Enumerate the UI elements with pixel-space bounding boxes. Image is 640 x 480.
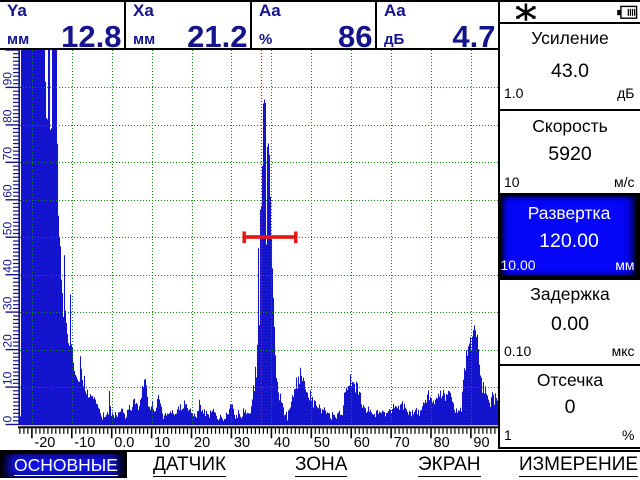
svg-text:50: 50 bbox=[1, 222, 15, 236]
svg-text:0: 0 bbox=[1, 416, 15, 423]
svg-text:0.0: 0.0 bbox=[114, 435, 134, 451]
svg-text:80: 80 bbox=[1, 109, 15, 123]
svg-text:90: 90 bbox=[1, 72, 15, 86]
svg-text:30: 30 bbox=[1, 296, 15, 310]
svg-text:20: 20 bbox=[194, 435, 210, 451]
svg-text:50: 50 bbox=[314, 435, 330, 451]
svg-text:60: 60 bbox=[354, 435, 370, 451]
svg-text:40: 40 bbox=[274, 435, 290, 451]
svg-text:30: 30 bbox=[234, 435, 250, 451]
svg-text:60: 60 bbox=[1, 184, 15, 198]
svg-text:90: 90 bbox=[473, 435, 489, 451]
svg-text:10: 10 bbox=[1, 371, 15, 385]
svg-text:40: 40 bbox=[1, 259, 15, 273]
svg-text:-20: -20 bbox=[34, 435, 55, 451]
svg-text:70: 70 bbox=[1, 147, 15, 161]
svg-text:10: 10 bbox=[154, 435, 170, 451]
svg-text:-10: -10 bbox=[74, 435, 95, 451]
svg-text:70: 70 bbox=[394, 435, 410, 451]
svg-text:20: 20 bbox=[1, 334, 15, 348]
svg-text:80: 80 bbox=[434, 435, 450, 451]
